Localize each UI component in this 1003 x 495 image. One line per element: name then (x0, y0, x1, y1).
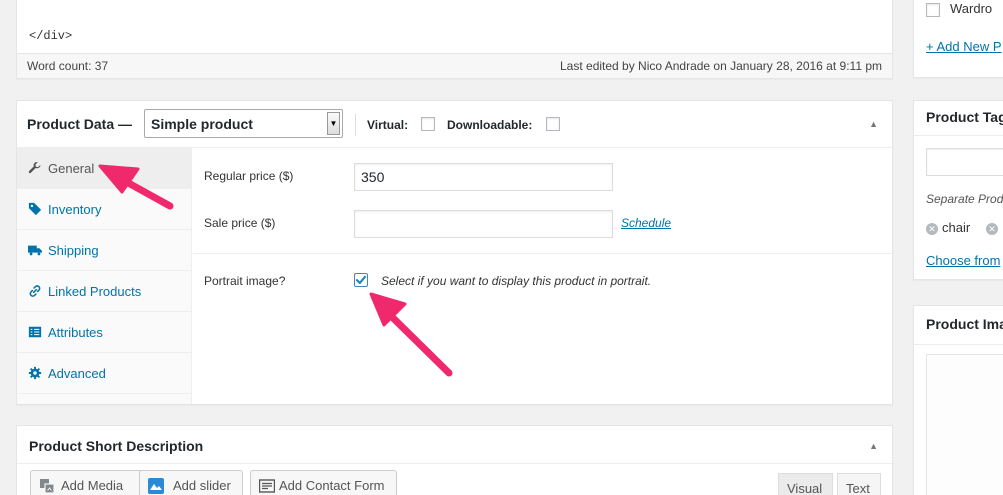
collapse-toggle-icon[interactable]: ▲ (869, 441, 878, 451)
tab-advanced[interactable]: Advanced (17, 353, 192, 394)
remove-tag-icon[interactable]: ✕ (986, 223, 998, 235)
tag-item: ✕ chair (926, 220, 970, 235)
tab-label: Advanced (48, 366, 106, 381)
gear-icon (28, 366, 42, 380)
tab-inventory[interactable]: Inventory (17, 189, 192, 230)
button-label: Add slider (173, 478, 231, 493)
tab-label: Inventory (48, 202, 102, 217)
virtual-label: Virtual: (367, 118, 409, 132)
add-slider-button[interactable]: Add slider (139, 470, 243, 495)
last-edited: Last edited by Nico Andrade on January 2… (560, 59, 882, 73)
regular-price-label: Regular price ($) (204, 169, 294, 183)
product-image-box: Product Ima (913, 305, 1003, 495)
tab-label: Attributes (48, 325, 103, 340)
tags-input[interactable] (926, 148, 1003, 176)
panel-divider (193, 253, 892, 254)
downloadable-label: Downloadable: (447, 118, 533, 132)
editor-tab-visual[interactable]: Visual (778, 473, 833, 495)
choose-tags-link[interactable]: Choose from (926, 253, 1000, 268)
form-icon (259, 479, 275, 493)
short-description-title: Product Short Description (29, 438, 204, 454)
button-label: Add Media (61, 478, 124, 493)
tab-label: Linked Products (48, 284, 142, 299)
sale-price-label: Sale price ($) (204, 216, 276, 230)
box-divider (914, 344, 1003, 345)
checkmark-icon (355, 275, 367, 285)
content-editor: </div> Word count: 37 Last edited by Nic… (16, 0, 893, 79)
short-description-box: Product Short Description ▲ Add Media Ad… (16, 425, 893, 495)
collapse-toggle-icon[interactable]: ▲ (869, 119, 878, 129)
product-data-title: Product Data — (27, 116, 133, 132)
category-label: Wardro (950, 1, 993, 16)
downloadable-checkbox[interactable] (546, 117, 560, 131)
add-media-button[interactable]: Add Media (30, 470, 147, 495)
virtual-checkbox[interactable] (421, 117, 435, 131)
category-checkbox[interactable] (926, 3, 940, 17)
remove-tag-icon[interactable]: ✕ (926, 223, 938, 235)
portrait-image-checkbox[interactable] (354, 273, 368, 287)
product-type-value: Simple product (151, 116, 253, 132)
box-divider (17, 463, 892, 464)
tab-label: Shipping (48, 243, 99, 258)
product-image-title: Product Ima (926, 316, 1003, 332)
regular-price-input[interactable]: 350 (354, 163, 613, 191)
product-tags-title: Product Tag (926, 109, 1003, 125)
product-data-header: Product Data — Simple product ▼ Virtual:… (17, 101, 892, 148)
product-tags-box: Product Tag Separate Prod ✕ chair ✕ Choos… (913, 100, 1003, 280)
slider-icon (148, 478, 164, 494)
schedule-link[interactable]: Schedule (621, 216, 671, 230)
tab-shipping[interactable]: Shipping (17, 230, 192, 271)
header-divider (355, 114, 356, 136)
editor-status-bar: Word count: 37 Last edited by Nico Andra… (17, 53, 892, 78)
product-data-tabs: General Inventory Shipping Linked Produc… (17, 148, 192, 404)
word-count: Word count: 37 (27, 59, 109, 73)
wrench-icon (28, 162, 41, 174)
portrait-image-label: Portrait image? (204, 274, 286, 288)
tag-label: chair (942, 220, 971, 235)
general-panel: Regular price ($) 350 Sale price ($) Sch… (193, 148, 892, 404)
tab-general[interactable]: General (17, 148, 192, 189)
tab-attributes[interactable]: Attributes (17, 312, 192, 353)
product-type-select[interactable]: Simple product ▼ (144, 109, 343, 138)
tab-linked-products[interactable]: Linked Products (17, 271, 192, 312)
link-icon (29, 285, 41, 297)
product-image-placeholder[interactable] (926, 354, 1003, 495)
add-contact-form-button[interactable]: Add Contact Form (250, 470, 397, 495)
editor-code-line[interactable]: </div> (29, 29, 72, 43)
product-data-box: Product Data — Simple product ▼ Virtual:… (16, 100, 893, 405)
portrait-image-description: Select if you want to display this produ… (381, 274, 652, 288)
box-divider (914, 135, 1003, 136)
add-new-category-link[interactable]: + Add New P (926, 39, 1002, 54)
media-icon (40, 479, 55, 494)
chevron-down-icon: ▼ (327, 112, 340, 135)
tab-label: General (48, 161, 95, 176)
sale-price-input[interactable] (354, 210, 613, 238)
editor-tab-text[interactable]: Text (837, 473, 881, 495)
tag-icon (28, 202, 42, 216)
categories-box: Wardro + Add New P (913, 0, 1003, 78)
truck-icon (28, 245, 42, 256)
list-icon (28, 326, 42, 338)
tag-item: ✕ (986, 220, 1002, 235)
tags-help-text: Separate Prod (926, 192, 1003, 206)
button-label: Add Contact Form (279, 478, 385, 493)
